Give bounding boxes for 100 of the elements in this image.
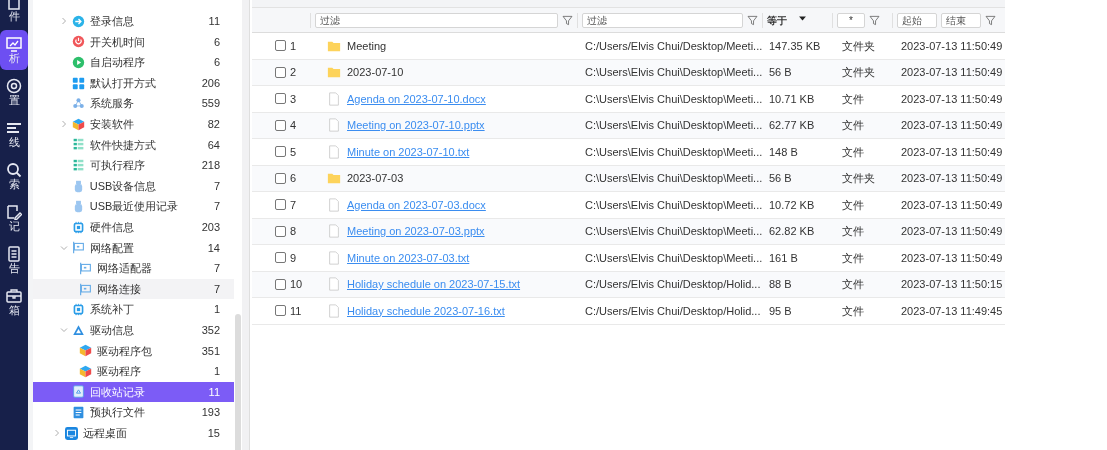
row-number: 10	[290, 277, 303, 292]
file-icon	[327, 144, 341, 159]
rail-tab[interactable]: 线	[0, 114, 28, 154]
rail-tab[interactable]: 置	[0, 72, 28, 112]
tree-item[interactable]: 安装软件 82	[32, 113, 234, 135]
filter-icon	[747, 14, 758, 26]
table-cell-text: 2023-07-13 11:50:49	[900, 224, 1004, 239]
flag-icon	[71, 241, 85, 255]
rail-tab[interactable]: 件	[0, 0, 28, 28]
filter-field[interactable]: *	[837, 12, 865, 28]
tree-item[interactable]: 驱动程序 1	[32, 361, 234, 382]
search-icon	[6, 161, 22, 178]
table-cell-text: 147.35 KB	[768, 38, 822, 54]
filter-icon	[869, 14, 880, 26]
tree-item[interactable]: 开关机时间 6	[32, 31, 234, 53]
tree-item[interactable]: 系统服务 559	[32, 93, 234, 114]
recycle-bin-icon	[71, 385, 85, 399]
filter-field[interactable]: 起始	[897, 12, 937, 28]
table-cell-text: C:\Users\Elvis Chui\Desktop\Meeti...	[584, 171, 762, 186]
tree-item[interactable]: 软件快捷方式 64	[32, 134, 234, 156]
table-cell-text: 文件	[841, 303, 865, 319]
file-link[interactable]: Holiday schedule 2023-07-16.txt	[347, 302, 505, 319]
power-icon	[71, 35, 85, 49]
rail-tab[interactable]: 析	[0, 30, 28, 70]
row-checkbox[interactable]	[275, 40, 286, 52]
toolbox-icon	[6, 287, 22, 304]
tree-item[interactable]: 预执行文件 193	[32, 402, 234, 423]
filter-field[interactable]: 过滤	[582, 12, 743, 28]
table-cell-text: 文件	[841, 250, 865, 266]
flag-icon	[78, 261, 92, 275]
file-name: 2023-07-03	[347, 171, 404, 186]
row-number: 5	[290, 144, 297, 160]
tree-item[interactable]: 远程桌面 15	[32, 422, 234, 444]
row-checkbox[interactable]	[275, 93, 286, 105]
folder-icon	[327, 171, 341, 186]
row-checkbox[interactable]	[275, 199, 286, 211]
file-icon	[327, 277, 341, 292]
row-number: 9	[290, 250, 297, 266]
tree-item[interactable]: 默认打开方式 206	[32, 72, 234, 94]
file-link[interactable]: Minute on 2023-07-10.txt	[347, 143, 470, 160]
filter-icon	[985, 14, 996, 26]
row-checkbox[interactable]	[275, 252, 286, 264]
tree-item[interactable]: 登录信息 11	[32, 11, 234, 32]
tree-item[interactable]: 网络配置 14	[32, 237, 234, 259]
document-icon	[71, 406, 85, 420]
monitor-icon	[6, 35, 22, 52]
table-cell-text: 文件夹	[841, 65, 876, 80]
tree-item[interactable]: 网络适配器 7	[32, 258, 234, 279]
table-cell-text: 56 B	[768, 171, 793, 186]
filter-field[interactable]: 过滤	[315, 12, 558, 28]
row-number: 1	[290, 38, 297, 54]
filter-icon	[562, 14, 573, 26]
tree-item[interactable]: 硬件信息 203	[32, 216, 234, 238]
filter-field[interactable]: 结束	[941, 12, 981, 28]
rail-tab[interactable]: 记	[0, 198, 28, 238]
tree-item[interactable]: USB设备信息 7	[32, 175, 234, 197]
tree-item[interactable]: 驱动程序包 351	[32, 340, 234, 362]
table-cell-text: 161 B	[768, 250, 799, 266]
scrollbar[interactable]	[235, 314, 241, 450]
tree-item[interactable]: 驱动信息 352	[32, 319, 234, 341]
edit-icon	[6, 203, 22, 220]
row-checkbox[interactable]	[275, 66, 286, 78]
cube-icon	[71, 117, 85, 131]
file-icon	[327, 250, 341, 265]
table-cell-text: C:\Users\Elvis Chui\Desktop\Meeti...	[584, 197, 762, 213]
table-cell-text: 88 B	[768, 277, 793, 292]
tree-item[interactable]: 可执行程序 218	[32, 155, 234, 176]
tree-item[interactable]: 系统补丁 1	[32, 299, 234, 320]
table-cell-text: 2023-07-13 11:50:49	[900, 38, 1004, 54]
row-checkbox[interactable]	[275, 146, 286, 158]
file-link[interactable]: Agenda on 2023-07-10.docx	[347, 90, 486, 107]
table-cell-text: 2023-07-13 11:49:45	[900, 303, 1004, 319]
rail-tab[interactable]: 箱	[0, 282, 28, 322]
arrow-circle-icon	[71, 14, 85, 28]
row-checkbox[interactable]	[275, 305, 286, 317]
table-cell-text: 文件	[841, 144, 865, 160]
tree-item[interactable]: 自启动程序 6	[32, 52, 234, 73]
row-checkbox[interactable]	[275, 225, 286, 237]
table-cell-text: 文件	[841, 224, 865, 239]
tree-item[interactable]: USB最近使用记录 7	[32, 196, 234, 217]
operator-dropdown[interactable]: 等于	[767, 12, 808, 28]
row-checkbox[interactable]	[275, 278, 286, 290]
list-icon	[71, 138, 85, 152]
file-link[interactable]: Agenda on 2023-07-03.docx	[347, 196, 486, 213]
rail-tab[interactable]: 告	[0, 240, 28, 280]
rail-tab[interactable]: 索	[0, 156, 28, 196]
tree-item[interactable]: 回收站记录 11	[32, 381, 234, 403]
row-checkbox[interactable]	[275, 119, 286, 131]
row-number: 11	[290, 303, 302, 319]
table-cell-text: 56 B	[768, 65, 793, 80]
row-number: 7	[290, 197, 297, 213]
row-number: 8	[290, 224, 297, 239]
file-link[interactable]: Minute on 2023-07-03.txt	[347, 249, 470, 266]
monitor-icon	[64, 426, 78, 440]
table-cell-text: 2023-07-13 11:50:49	[900, 250, 1004, 266]
table-cell-text: C:/Users/Elvis Chui/Desktop/Holid...	[584, 277, 762, 292]
file-icon	[327, 91, 341, 106]
table-cell-text: 2023-07-13 11:50:49	[900, 118, 1004, 133]
tree-item[interactable]: 网络连接 7	[32, 278, 234, 300]
row-checkbox[interactable]	[275, 172, 286, 184]
